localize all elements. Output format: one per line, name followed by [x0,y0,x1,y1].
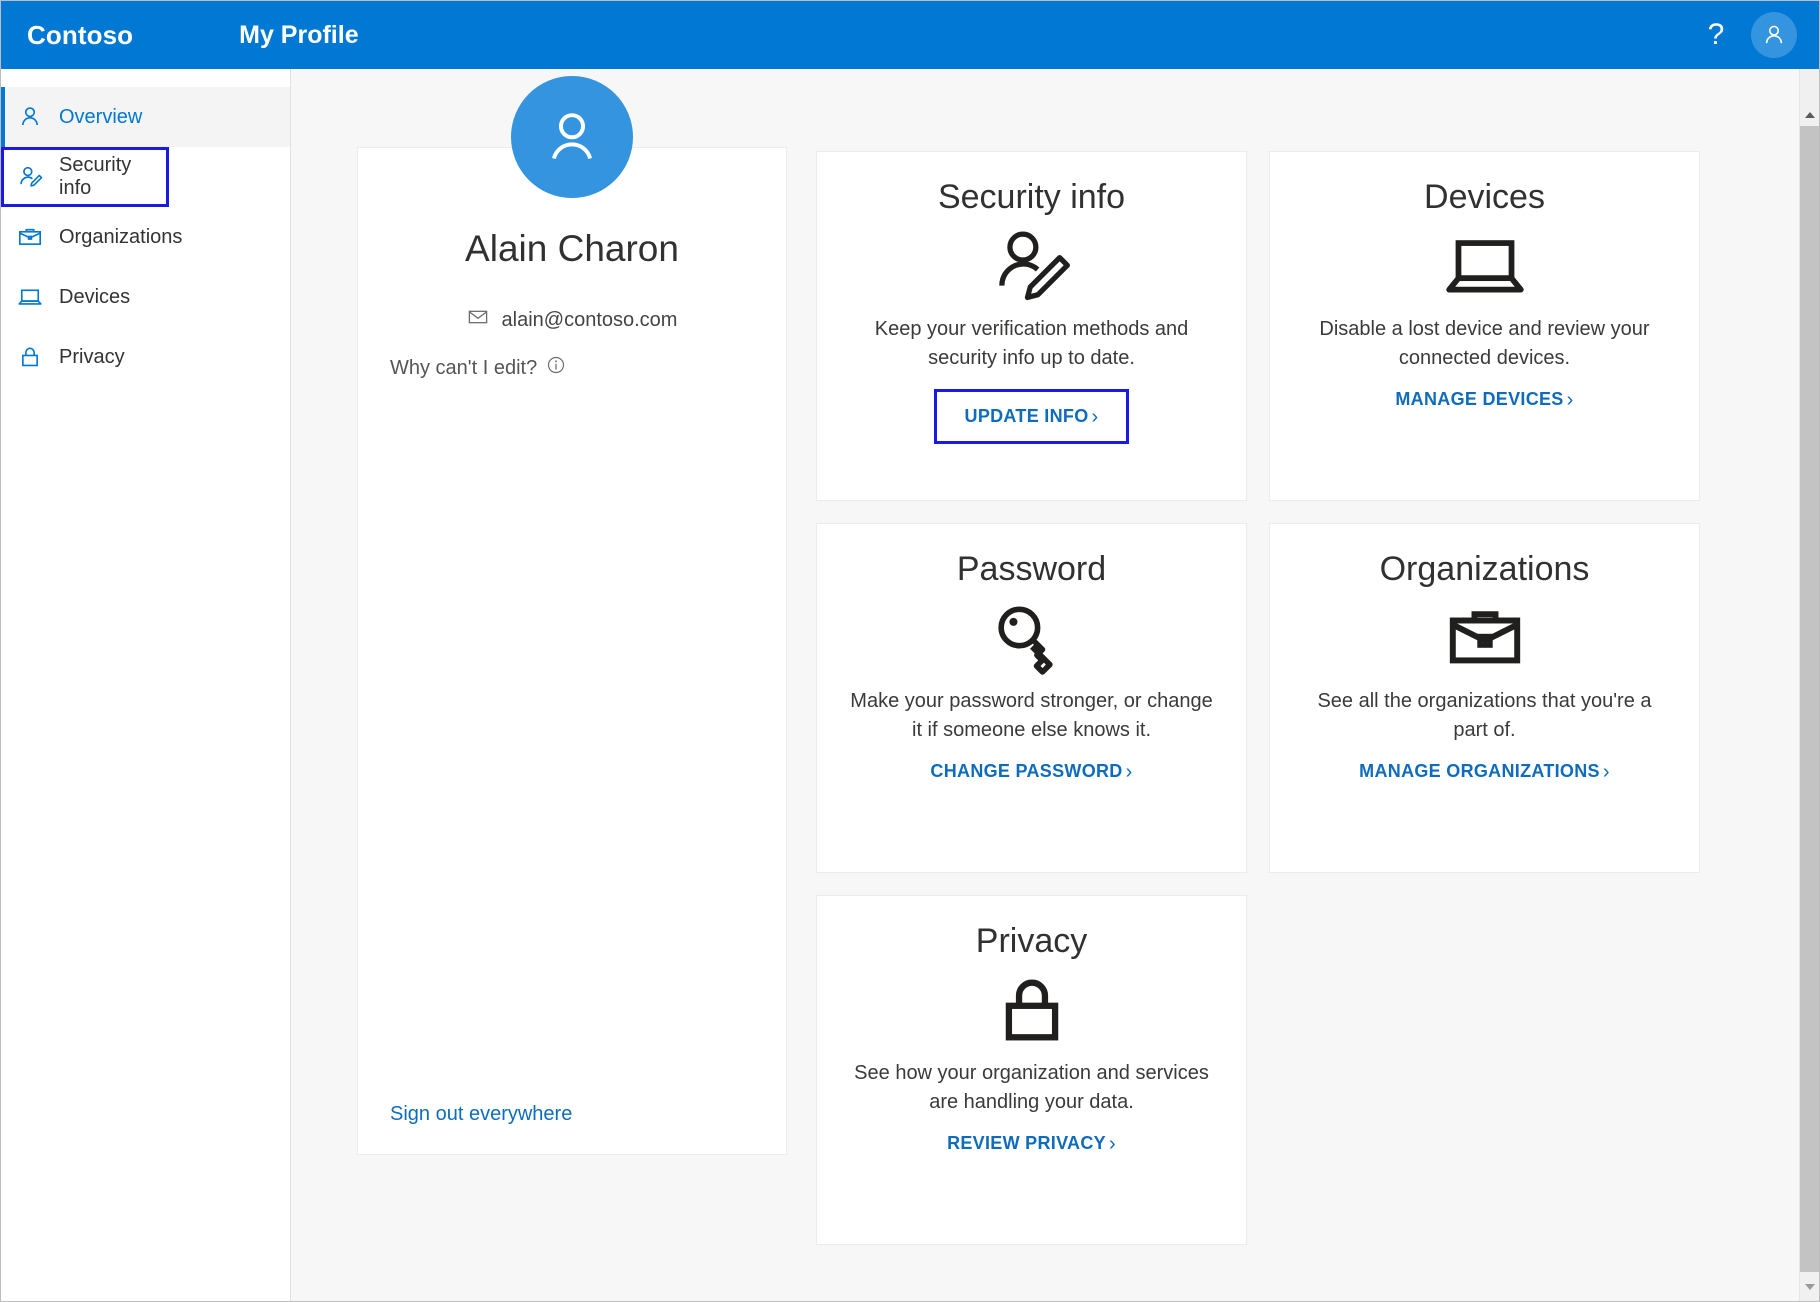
scrollbar-thumb[interactable] [1800,126,1820,1272]
chevron-right-icon: › [1567,390,1574,410]
chevron-right-icon: › [1603,762,1610,782]
manage-devices-label: MANAGE DEVICES [1395,389,1563,410]
scroll-up-button[interactable] [1800,105,1820,125]
lock-icon [990,967,1074,1053]
tile-title: Security info [938,178,1125,217]
tile-title: Organizations [1380,550,1590,589]
manage-organizations-link[interactable]: MANAGE ORGANIZATIONS › [1359,761,1610,782]
chevron-down-icon [1805,1284,1815,1290]
main-content-area: Alain Charon alain@contoso.com Why can't… [291,69,1800,1301]
tile-title: Privacy [976,922,1087,961]
sidebar-item-label: Organizations [59,226,182,249]
sidebar-navigation: Overview Security info Or [1,69,291,1301]
key-icon [990,595,1074,681]
tile-description: Disable a lost device and review your co… [1300,315,1669,373]
profile-email-text: alain@contoso.com [502,309,678,332]
laptop-icon [1442,223,1528,309]
chevron-up-icon [1805,112,1815,118]
person-icon [15,102,45,132]
laptop-icon [15,282,45,312]
account-avatar-button[interactable] [1751,12,1797,58]
chevron-right-icon: › [1092,407,1099,427]
briefcase-icon [1443,595,1527,681]
tile-description: Make your password stronger, or change i… [847,687,1216,745]
my-profile-page: Contoso My Profile ? Overview [0,0,1820,1302]
sidebar-item-label: Devices [59,286,130,309]
sidebar-item-label: Security info [59,154,169,200]
tile-description: See all the organizations that you're a … [1300,687,1669,745]
tile-row: Privacy See how your organization and se… [816,895,1700,1245]
tile-row: Password Make your password stronger, or… [816,523,1700,873]
tile-title: Devices [1424,178,1545,217]
sidebar-item-label: Privacy [59,346,125,369]
top-bar-actions: ? [1693,12,1797,58]
info-icon[interactable] [546,355,566,381]
profile-email-row: alain@contoso.com [358,306,786,334]
tile-organizations[interactable]: Organizations See all the organizations … [1269,523,1700,873]
why-cant-i-edit-label: Why can't I edit? [390,357,537,380]
help-icon[interactable]: ? [1693,12,1739,58]
tile-title: Password [957,550,1106,589]
sidebar-item-security-info[interactable]: Security info [1,147,169,207]
scroll-down-button[interactable] [1800,1277,1820,1297]
tile-description: Keep your verification methods and secur… [847,315,1216,373]
person-edit-icon [15,162,45,192]
sidebar-item-overview[interactable]: Overview [1,87,290,147]
chevron-right-icon: › [1126,762,1133,782]
vertical-scrollbar[interactable] [1799,69,1819,1301]
tile-description: See how your organization and services a… [847,1059,1216,1117]
profile-display-name: Alain Charon [358,228,786,270]
top-navigation-bar: Contoso My Profile ? [1,1,1820,69]
envelope-icon [467,306,489,334]
briefcase-icon [15,222,45,252]
chevron-right-icon: › [1109,1134,1116,1154]
tile-security-info[interactable]: Security info Keep your verification met… [816,151,1247,501]
manage-organizations-label: MANAGE ORGANIZATIONS [1359,761,1600,782]
why-cant-i-edit-link[interactable]: Why can't I edit? [390,355,566,381]
sidebar-item-organizations[interactable]: Organizations [1,207,290,267]
change-password-label: CHANGE PASSWORD [930,761,1122,782]
page-title: My Profile [239,21,358,50]
overview-content: Alain Charon alain@contoso.com Why can't… [291,69,1780,1301]
manage-devices-link[interactable]: MANAGE DEVICES › [1395,389,1573,410]
review-privacy-label: REVIEW PRIVACY [947,1133,1106,1154]
profile-avatar [511,76,633,198]
update-info-link[interactable]: UPDATE INFO › [934,389,1130,444]
tile-row: Security info Keep your verification met… [816,151,1700,501]
change-password-link[interactable]: CHANGE PASSWORD › [930,761,1132,782]
tile-devices[interactable]: Devices Disable a lost device and review… [1269,151,1700,501]
sign-out-everywhere-link[interactable]: Sign out everywhere [390,1103,572,1126]
brand-logo-text[interactable]: Contoso [27,20,133,51]
person-icon [538,103,606,171]
update-info-label: UPDATE INFO [965,406,1089,427]
person-icon [1761,22,1787,48]
profile-card: Alain Charon alain@contoso.com Why can't… [357,147,787,1155]
overview-tiles-grid: Security info Keep your verification met… [816,151,1700,1267]
tile-privacy[interactable]: Privacy See how your organization and se… [816,895,1247,1245]
lock-icon [15,342,45,372]
sidebar-item-label: Overview [59,106,142,129]
tile-password[interactable]: Password Make your password stronger, or… [816,523,1247,873]
sidebar-item-devices[interactable]: Devices [1,267,290,327]
person-edit-icon [990,223,1074,309]
review-privacy-link[interactable]: REVIEW PRIVACY › [947,1133,1116,1154]
sidebar-item-privacy[interactable]: Privacy [1,327,290,387]
